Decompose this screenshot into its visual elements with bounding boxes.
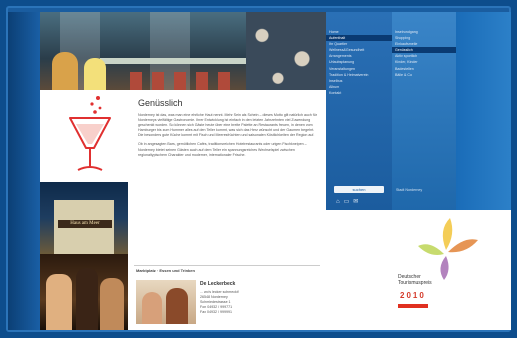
paragraph-2: Ob in angesagten Bars, gemütlichen Cafés… [138, 142, 307, 157]
award-red-bar [398, 304, 428, 308]
bar-guest-1 [52, 52, 78, 90]
hotel-sign: Haus am Meer [58, 220, 112, 228]
secondary-menu: Inselrundgang Shopping Einkaufsmeile Gen… [392, 12, 456, 210]
restaurant-thumbnail[interactable] [136, 280, 196, 324]
restaurant-line: Fax 04932 / 999991 [200, 310, 232, 314]
restaurant-photo [40, 254, 128, 330]
search-button[interactable]: suchen [334, 186, 384, 193]
search-area: suchen [326, 186, 392, 196]
award-title: Deutscher Tourismuspreis [398, 274, 432, 286]
bar-guest-2 [84, 58, 106, 90]
home-icon[interactable]: ⌂ [336, 199, 344, 205]
champagne-glass-icon [69, 96, 111, 171]
page-title: Genüsslich [138, 98, 183, 108]
restaurant-info: ... wo's lecker schmeckt! 26548 Norderne… [200, 290, 239, 315]
restaurant-name[interactable]: De Leckerbeck [200, 281, 235, 287]
mail-icon[interactable]: ✉ [353, 199, 362, 205]
print-icon[interactable]: ▭ [344, 199, 354, 205]
primary-menu: Home Aufenthalt Ihr Quartier Wellness&Ge… [326, 12, 392, 210]
award-year: 2010 [400, 291, 426, 300]
menu-footer: Stadt Norderney [396, 188, 423, 192]
wallpaper-pattern [246, 12, 326, 90]
award-line-2: Tourismuspreis [398, 280, 432, 286]
menu-item-kontakt[interactable]: Kontakt [326, 90, 392, 96]
award-ad[interactable] [326, 210, 511, 330]
leaf-logo-icon [418, 218, 478, 280]
glass-illustration [40, 90, 124, 182]
utility-icons: ⌂▭✉ [336, 198, 386, 206]
article-body: Norderney ist das, was man eine ehrliche… [138, 113, 318, 162]
divider [134, 265, 320, 266]
submenu-item-baelle[interactable]: Bälle & Co [392, 72, 456, 78]
header-bar-photo [40, 12, 326, 90]
left-blue-band [8, 12, 40, 330]
hotel-photo: Haus am Meer [40, 182, 128, 254]
paragraph-1: Norderney ist das, was man eine ehrliche… [138, 113, 317, 138]
right-blue-band [456, 12, 511, 210]
section-label: Marktplatz · Essen und Trinken [136, 268, 195, 273]
